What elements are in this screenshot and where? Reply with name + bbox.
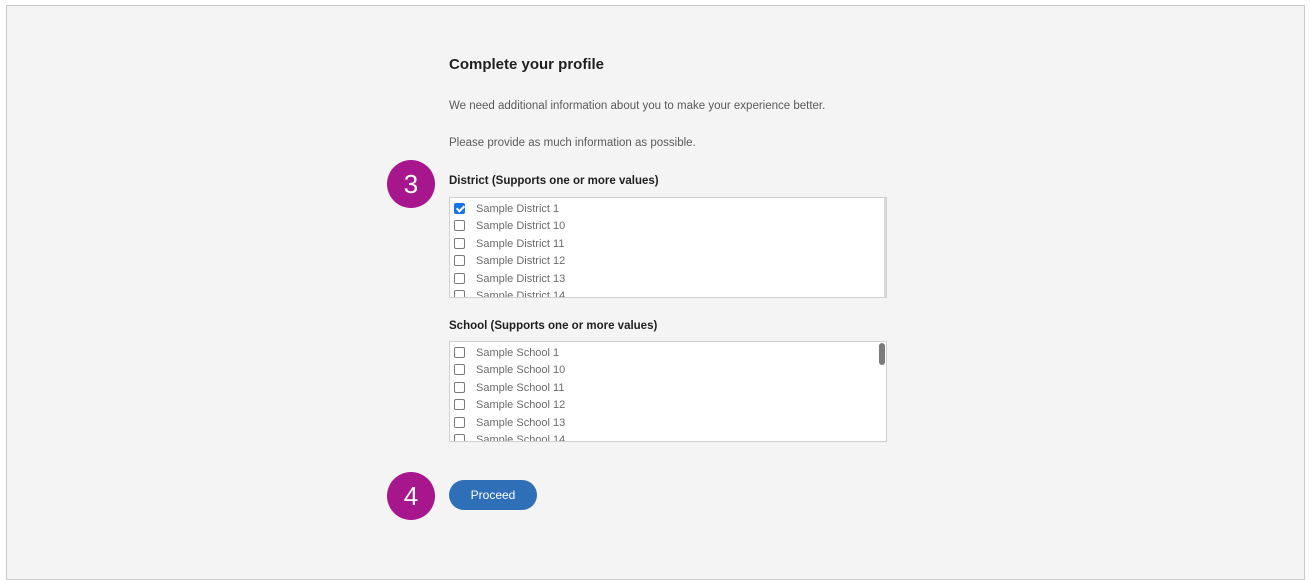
district-option-label: Sample District 10 — [476, 219, 566, 232]
school-label: School (Supports one or more values) — [449, 320, 658, 332]
district-label: District (Supports one or more values) — [449, 175, 659, 187]
school-option[interactable]: Sample School 13 — [454, 414, 565, 431]
step-number: 4 — [403, 480, 419, 511]
school-checkbox[interactable] — [454, 364, 465, 375]
district-listbox[interactable]: Sample District 1 Sample District 10 Sam… — [449, 197, 887, 298]
intro-text: We need additional information about you… — [449, 100, 826, 112]
district-option[interactable]: Sample District 13 — [454, 270, 565, 287]
school-option-label: Sample School 1 — [476, 346, 560, 359]
school-option-label: Sample School 14 — [476, 433, 566, 442]
district-option[interactable]: Sample District 1 — [454, 200, 559, 217]
school-checkbox[interactable] — [454, 382, 465, 393]
district-option[interactable]: Sample District 11 — [454, 235, 564, 252]
proceed-button[interactable]: Proceed — [449, 480, 537, 510]
district-option[interactable]: Sample District 10 — [454, 217, 565, 234]
page-title: Complete your profile — [449, 56, 605, 73]
district-option-label: Sample District 1 — [476, 202, 560, 215]
school-option[interactable]: Sample School 14 — [454, 431, 566, 442]
district-checkbox[interactable] — [454, 238, 465, 249]
instruction-text: Please provide as much information as po… — [449, 137, 696, 149]
profile-page: 3 4 Complete your profile We need additi… — [6, 5, 1305, 580]
district-option-label: Sample District 12 — [476, 254, 566, 267]
school-checkbox[interactable] — [454, 417, 465, 428]
school-listbox[interactable]: Sample School 1 Sample School 10 Sample … — [449, 341, 887, 442]
school-option[interactable]: Sample School 12 — [454, 396, 565, 413]
school-checkbox[interactable] — [454, 347, 465, 358]
school-option[interactable]: Sample School 11 — [454, 379, 564, 396]
school-option-label: Sample School 12 — [476, 398, 566, 411]
district-checkbox[interactable] — [454, 220, 465, 231]
district-option[interactable]: Sample District 14 — [454, 287, 566, 298]
district-checkbox[interactable] — [454, 203, 465, 214]
step-badge-3: 3 — [387, 160, 435, 208]
district-checkbox[interactable] — [454, 273, 465, 284]
school-option-label: Sample School 13 — [476, 416, 566, 429]
district-scroll-track — [884, 198, 886, 297]
school-checkbox[interactable] — [454, 399, 465, 410]
school-option[interactable]: Sample School 1 — [454, 344, 559, 361]
step-number: 3 — [403, 168, 419, 199]
district-option-label: Sample District 13 — [476, 272, 566, 285]
step-badge-4: 4 — [387, 472, 435, 520]
district-checkbox[interactable] — [454, 290, 465, 297]
school-option[interactable]: Sample School 10 — [454, 361, 565, 378]
school-option-label: Sample School 11 — [476, 381, 565, 394]
school-option-label: Sample School 10 — [476, 363, 566, 376]
district-option-label: Sample District 14 — [476, 289, 566, 298]
district-checkbox[interactable] — [454, 255, 465, 266]
district-option-label: Sample District 11 — [476, 237, 565, 250]
district-option[interactable]: Sample District 12 — [454, 252, 565, 269]
school-checkbox[interactable] — [454, 434, 465, 441]
school-scrollbar-thumb[interactable] — [879, 343, 885, 365]
